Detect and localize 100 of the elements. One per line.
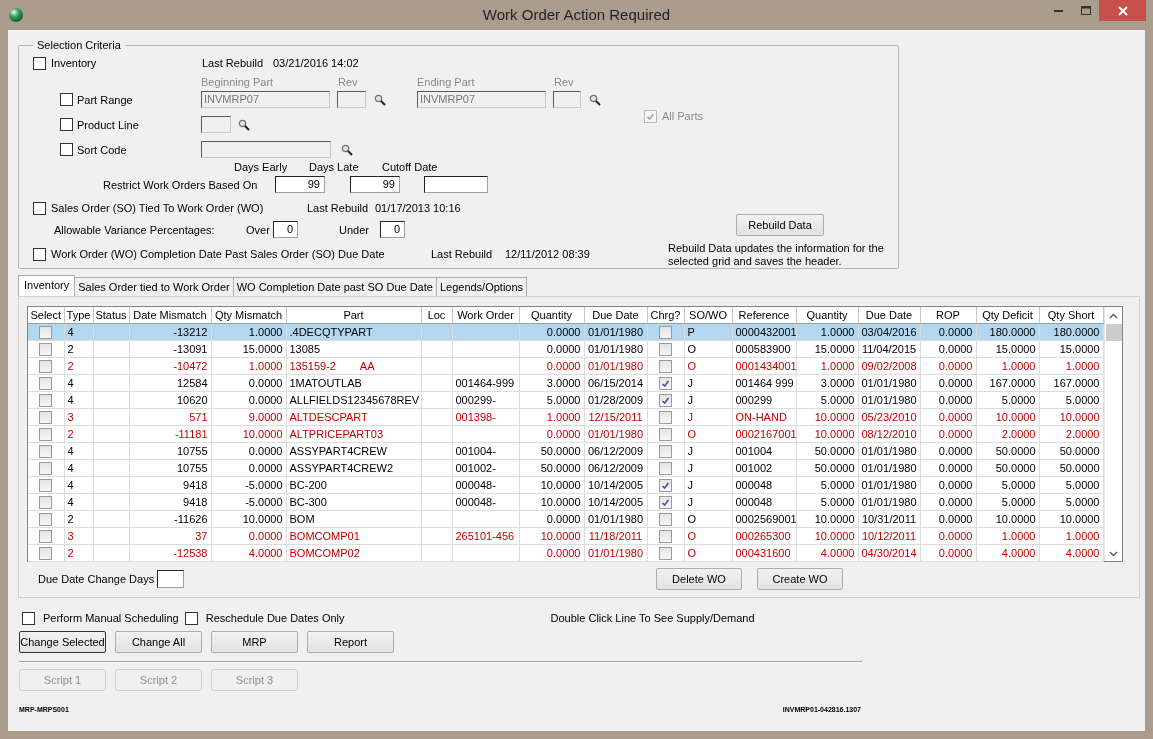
column-header[interactable]: Date Mismatch (129, 307, 211, 324)
grid-row[interactable]: 4 9418 -5.0000 BC-200 000048- 10.0000 10/14/2005 J 000048 5.0000 01/01/1980 0.0000 5.0000 5.0000 (28, 476, 1103, 494)
scroll-down-icon[interactable] (1109, 551, 1118, 557)
row-checkbox[interactable] (659, 376, 672, 390)
tab[interactable]: Legends/Options (435, 277, 528, 296)
row-checkbox[interactable] (39, 393, 53, 407)
row-checkbox[interactable] (659, 546, 672, 560)
column-header[interactable]: Chrg? (647, 307, 684, 324)
grid-row[interactable]: 4 10755 0.0000 ASSYPART4CREW2 001002- 50.0000 06/12/2009 J 001002 50.0000 01/01/1980 0.0000 50.0000 50.0000 (28, 459, 1103, 477)
grid-row[interactable]: 4 12584 0.0000 1MATOUTLAB 001464-999 3.0000 06/15/2014 J 001464 999 3.0000 01/01/1980 0.0000 167.0000 167.0000 (28, 374, 1103, 392)
row-checkbox[interactable] (39, 376, 53, 390)
column-header[interactable]: Qty Mismatch (211, 307, 286, 324)
search-icon[interactable] (589, 93, 601, 106)
under-field[interactable]: 0 (380, 221, 405, 238)
column-header[interactable]: ROP (920, 307, 976, 324)
row-checkbox[interactable] (39, 342, 53, 356)
row-checkbox[interactable] (659, 359, 672, 373)
row-checkbox[interactable] (39, 461, 53, 475)
table-cell: 01/01/1980 (587, 547, 644, 559)
column-header[interactable]: Status (93, 307, 129, 324)
search-icon[interactable] (238, 118, 250, 131)
column-header[interactable]: Loc (421, 307, 452, 324)
row-checkbox[interactable] (659, 444, 672, 458)
grid-action-button[interactable]: Create WO (757, 568, 843, 590)
table-cell: 01/01/1980 (861, 394, 917, 406)
grid-row[interactable]: 2 -13091 15.0000 13085 0.0000 01/01/1980 O 000583900 15.0000 11/04/2015 0.0000 15.0000 15.0000 (28, 340, 1103, 358)
column-header[interactable]: SO/WO (684, 307, 732, 324)
action-button[interactable]: Report (307, 631, 394, 653)
table-cell: -11181 (174, 428, 208, 440)
days-late-field[interactable]: 99 (350, 176, 400, 193)
row-checkbox[interactable] (659, 393, 672, 407)
row-checkbox[interactable] (39, 427, 53, 441)
column-header[interactable]: Quantity (796, 307, 858, 324)
sales-order-checkbox[interactable] (33, 201, 46, 215)
due-date-change-field[interactable] (157, 570, 185, 588)
scroll-thumb[interactable] (1105, 324, 1122, 341)
row-checkbox[interactable] (659, 529, 672, 543)
row-checkbox[interactable] (659, 342, 672, 356)
row-checkbox[interactable] (659, 512, 672, 526)
column-header[interactable]: Qty Deficit (976, 307, 1039, 324)
table-cell: 0.0000 (938, 547, 973, 559)
grid-row[interactable]: 4 9418 -5.0000 BC-300 000048- 10.0000 10/14/2005 J 000048 5.0000 01/01/1980 0.0000 5.0000 5.0000 (28, 493, 1103, 511)
table-cell: 4 (67, 394, 74, 406)
row-checkbox[interactable] (659, 410, 672, 424)
grid-row[interactable]: 2 -12538 4.0000 BOMCOMP02 0.0000 01/01/1980 O 000431600 4.0000 04/30/2014 0.0000 4.0000 4.0000 (28, 544, 1103, 562)
grid-action-button[interactable]: Delete WO (656, 568, 742, 590)
column-header[interactable]: Work Order (452, 307, 519, 324)
column-header[interactable]: Quantity (519, 307, 584, 324)
inventory-checkbox[interactable] (33, 56, 46, 70)
completion-date-checkbox[interactable] (33, 247, 46, 261)
row-checkbox[interactable] (39, 512, 53, 526)
row-checkbox[interactable] (659, 461, 672, 475)
row-checkbox[interactable] (39, 478, 53, 492)
column-header[interactable]: Part (286, 307, 421, 324)
row-checkbox[interactable] (659, 495, 672, 509)
grid-row[interactable]: 3 37 0.0000 BOMCOMP01 265101-456 10.0000 11/18/2011 O 000265300 10.0000 10/12/2011 0.0000 1.0000 1.0000 (28, 527, 1103, 545)
action-button[interactable]: Change Selected (19, 631, 106, 653)
action-button[interactable]: MRP (211, 631, 298, 653)
days-early-field[interactable]: 99 (275, 176, 325, 193)
product-line-checkbox[interactable] (60, 118, 73, 131)
row-checkbox[interactable] (39, 444, 53, 458)
column-header[interactable]: Due Date (858, 307, 920, 324)
tab[interactable]: Inventory (18, 275, 76, 296)
close-button[interactable] (1099, 0, 1146, 21)
row-checkbox[interactable] (39, 410, 53, 424)
column-header[interactable]: Qty Short (1039, 307, 1103, 324)
sort-code-field[interactable] (201, 141, 331, 158)
column-header[interactable]: Due Date (584, 307, 647, 324)
row-checkbox[interactable] (39, 529, 53, 543)
row-checkbox[interactable] (659, 325, 672, 339)
search-icon[interactable] (341, 143, 353, 156)
column-header[interactable]: Reference (732, 307, 796, 324)
row-checkbox[interactable] (39, 325, 53, 339)
scroll-up-icon[interactable] (1109, 313, 1118, 319)
table-cell: 01/01/1980 (587, 360, 644, 372)
over-field[interactable]: 0 (273, 221, 298, 238)
search-icon[interactable] (374, 93, 386, 106)
column-header[interactable]: Select (28, 307, 64, 324)
grid-row[interactable]: 4 10755 0.0000 ASSYPART4CREW 001004- 50.0000 06/12/2009 J 001004 50.0000 01/01/1980 0.0000 50.0000 50.0000 (28, 442, 1103, 460)
rebuild-data-button[interactable]: Rebuild Data (736, 214, 824, 236)
option-checkbox[interactable] (184, 611, 198, 625)
table-cell: 06/12/2009 (587, 445, 644, 457)
cutoff-date-field[interactable] (424, 176, 488, 193)
field-label: Beginning Part (201, 76, 275, 88)
sort-code-checkbox[interactable] (60, 143, 73, 156)
row-checkbox[interactable] (39, 359, 53, 373)
grid-row[interactable]: 4 10620 0.0000 ALLFIELDS12345678REV 000299- 5.0000 01/28/2009 J 000299 5.0000 01/01/1980 0.0000 5.0000 5.0000 (28, 391, 1103, 409)
action-button[interactable]: Change All (115, 631, 202, 653)
table-cell: 180.0000 (989, 326, 1036, 338)
product-line-field[interactable] (201, 116, 231, 133)
row-checkbox[interactable] (659, 427, 672, 441)
table-cell: 000048 (735, 479, 773, 491)
grid-row[interactable]: 3 571 9.0000 ALTDESCPART 001398- 1.0000 12/15/2011 J ON-HAND 10.0000 05/23/2010 0.0000 10.0000 10.0000 (28, 408, 1103, 426)
option-checkbox[interactable] (22, 611, 35, 625)
row-checkbox[interactable] (39, 495, 53, 509)
tab[interactable]: WO Completion Date past SO Due Date (232, 277, 437, 296)
row-checkbox[interactable] (659, 478, 672, 492)
column-header[interactable]: Type (64, 307, 93, 324)
row-checkbox[interactable] (39, 546, 53, 560)
scrollbar[interactable] (1103, 307, 1123, 561)
